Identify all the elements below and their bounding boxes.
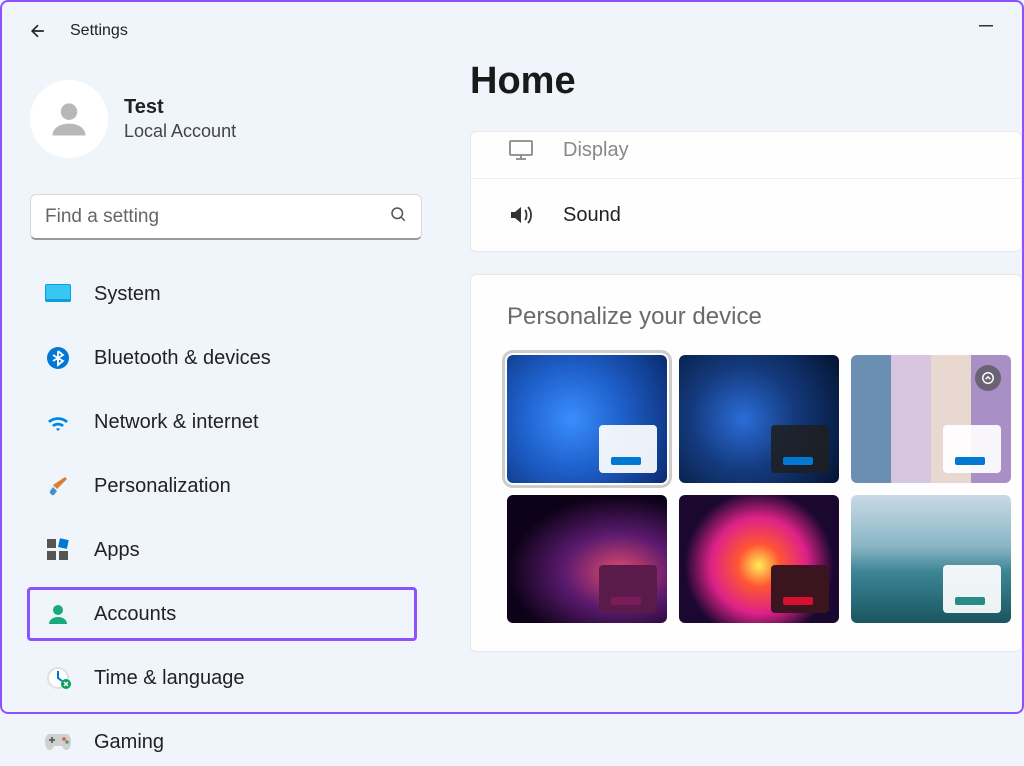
theme-grid bbox=[507, 355, 985, 623]
setting-label: Sound bbox=[563, 204, 621, 227]
theme-accent bbox=[955, 597, 985, 605]
sidebar-item-system[interactable]: System bbox=[30, 270, 414, 318]
brush-icon bbox=[44, 472, 72, 500]
theme-accent bbox=[611, 597, 641, 605]
user-profile[interactable]: Test Local Account bbox=[30, 80, 414, 158]
quick-settings-card: Display Sound bbox=[470, 131, 1022, 252]
bluetooth-icon bbox=[44, 344, 72, 372]
theme-preview bbox=[771, 425, 829, 473]
avatar bbox=[30, 80, 108, 158]
display-icon bbox=[507, 136, 535, 164]
theme-preview bbox=[943, 565, 1001, 613]
theme-tile-spotlight[interactable] bbox=[851, 355, 1011, 483]
apps-icon bbox=[44, 536, 72, 564]
search-box[interactable] bbox=[30, 194, 422, 240]
theme-accent bbox=[611, 457, 641, 465]
sidebar-item-label: Apps bbox=[94, 539, 140, 562]
sidebar-item-bluetooth[interactable]: Bluetooth & devices bbox=[30, 334, 414, 382]
sidebar-item-time[interactable]: Time & language bbox=[30, 654, 414, 702]
minimize-button[interactable] bbox=[970, 14, 1002, 38]
sidebar-item-personalization[interactable]: Personalization bbox=[30, 462, 414, 510]
sidebar-item-label: Network & internet bbox=[94, 411, 259, 434]
clock-icon bbox=[44, 664, 72, 692]
wifi-icon bbox=[44, 408, 72, 436]
setting-row-sound[interactable]: Sound bbox=[471, 178, 1021, 251]
sidebar-item-accounts[interactable]: Accounts bbox=[27, 587, 417, 641]
theme-accent bbox=[955, 457, 985, 465]
sidebar-item-label: System bbox=[94, 283, 161, 306]
sidebar-item-apps[interactable]: Apps bbox=[30, 526, 414, 574]
back-button[interactable] bbox=[22, 15, 54, 47]
theme-preview bbox=[771, 565, 829, 613]
sidebar-item-label: Accounts bbox=[94, 603, 176, 626]
sidebar-item-label: Time & language bbox=[94, 667, 244, 690]
theme-accent bbox=[783, 597, 813, 605]
sidebar-item-gaming[interactable]: Gaming bbox=[30, 718, 414, 766]
theme-tile-lake[interactable] bbox=[851, 495, 1011, 623]
sound-icon bbox=[507, 201, 535, 229]
main-content: Home Display Sound Personalize your devi… bbox=[442, 60, 1022, 712]
user-name: Test bbox=[124, 96, 236, 119]
sidebar-item-network[interactable]: Network & internet bbox=[30, 398, 414, 446]
spotlight-icon bbox=[975, 365, 1001, 391]
theme-tile-glow[interactable] bbox=[507, 495, 667, 623]
gamepad-icon bbox=[44, 728, 72, 756]
theme-preview bbox=[943, 425, 1001, 473]
person-icon bbox=[44, 600, 72, 628]
theme-tile-bloom-dark[interactable] bbox=[679, 355, 839, 483]
app-title: Settings bbox=[70, 22, 128, 40]
setting-row-display[interactable]: Display bbox=[471, 132, 1021, 178]
sidebar: Test Local Account System bbox=[2, 60, 442, 712]
theme-accent bbox=[783, 457, 813, 465]
personalize-card: Personalize your device bbox=[470, 274, 1022, 652]
theme-tile-flow[interactable] bbox=[679, 495, 839, 623]
nav-list: System Bluetooth & devices Network & int… bbox=[30, 270, 414, 766]
personalize-heading: Personalize your device bbox=[507, 303, 985, 331]
titlebar: Settings bbox=[2, 2, 1022, 60]
theme-preview bbox=[599, 565, 657, 613]
theme-preview bbox=[599, 425, 657, 473]
page-title: Home bbox=[470, 60, 1022, 103]
theme-tile-bloom-light[interactable] bbox=[507, 355, 667, 483]
sidebar-item-label: Bluetooth & devices bbox=[94, 347, 271, 370]
sidebar-item-label: Personalization bbox=[94, 475, 231, 498]
setting-label: Display bbox=[563, 139, 629, 162]
search-input[interactable] bbox=[45, 206, 389, 228]
sidebar-item-label: Gaming bbox=[94, 731, 164, 754]
user-account-type: Local Account bbox=[124, 121, 236, 142]
search-icon bbox=[389, 205, 407, 228]
system-icon bbox=[44, 280, 72, 308]
